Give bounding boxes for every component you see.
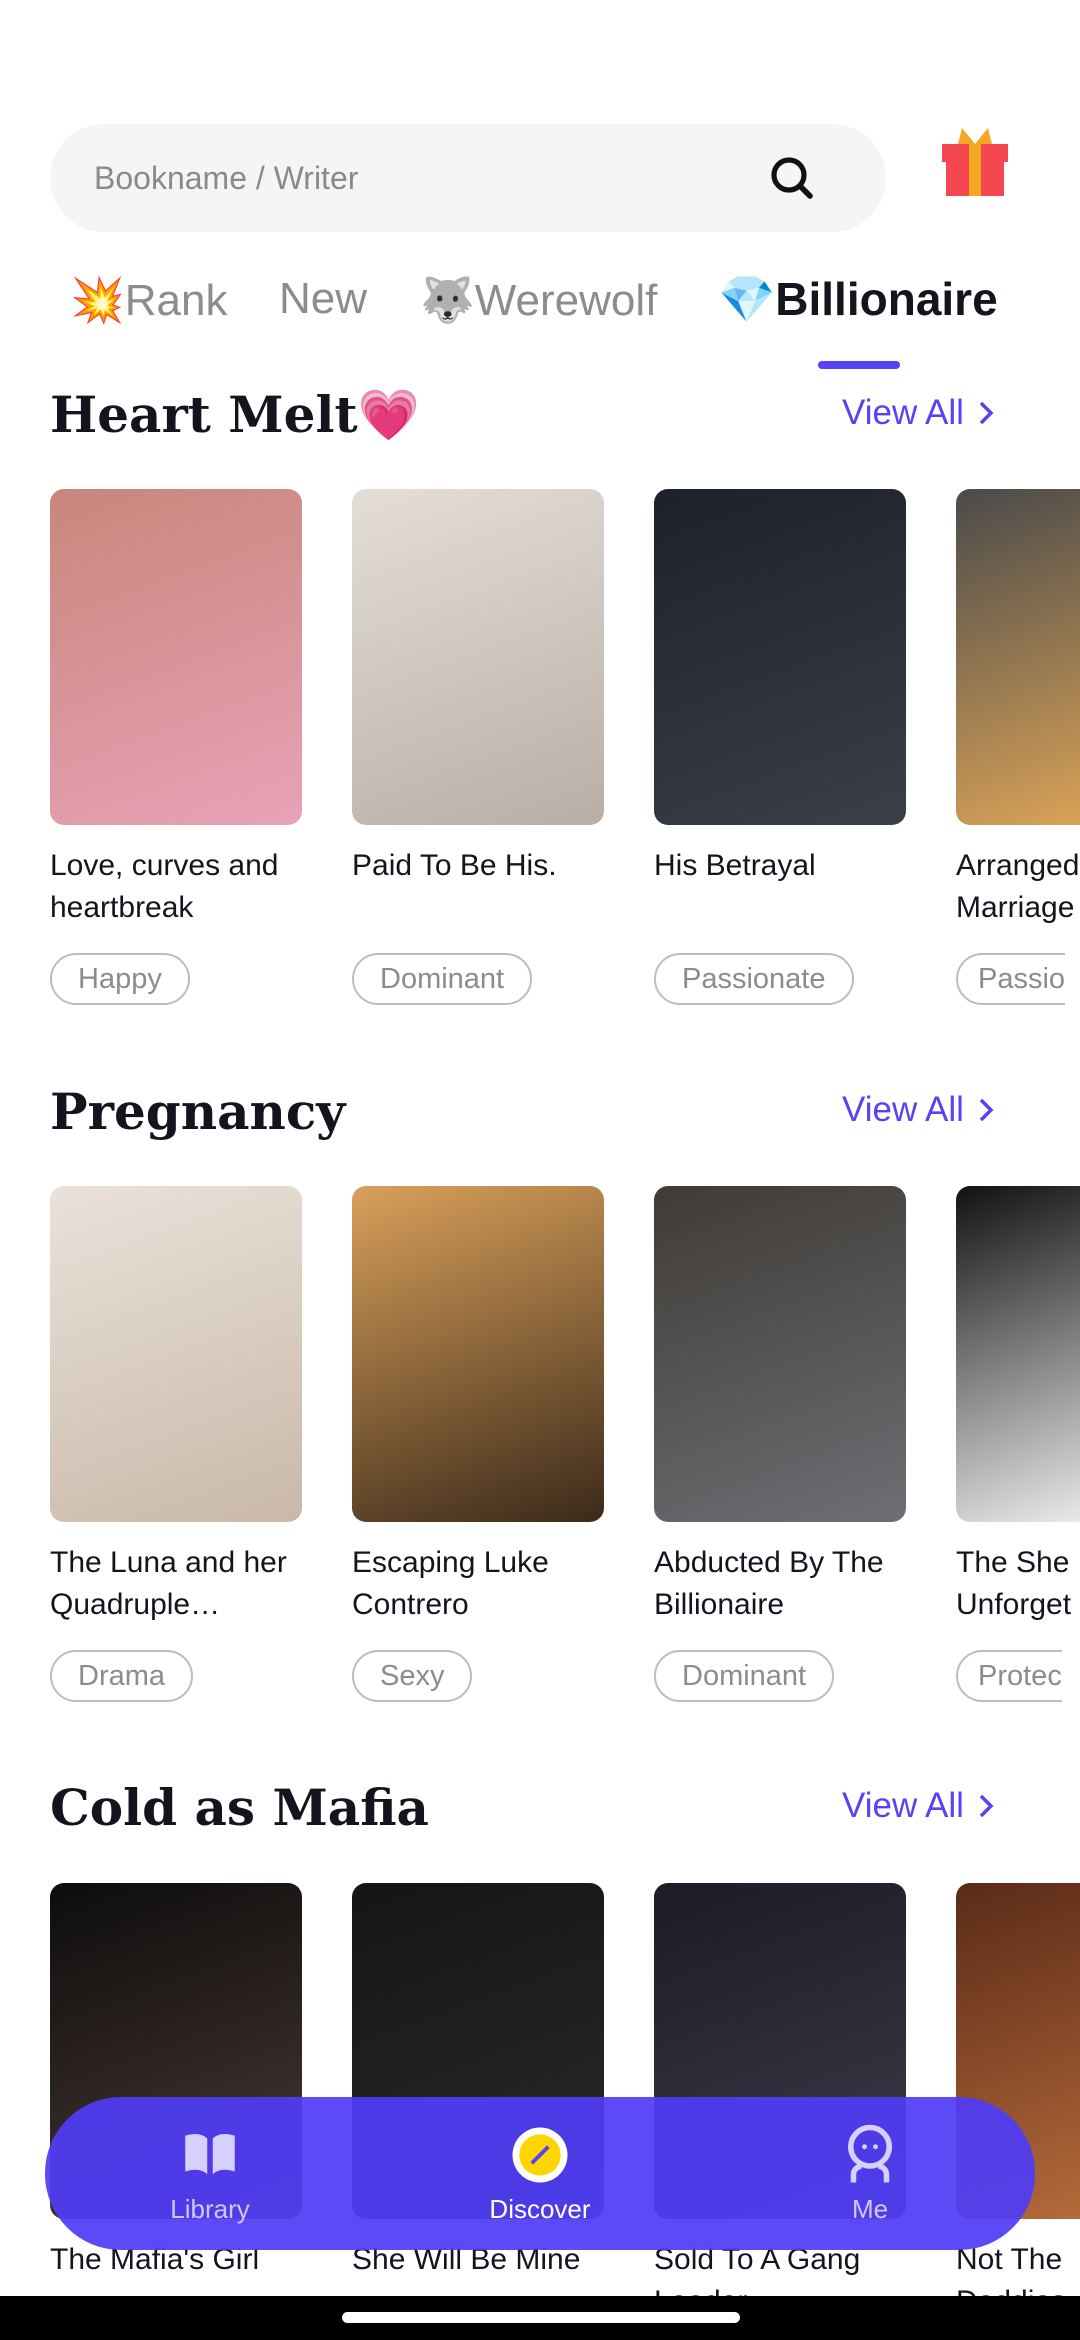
book-card[interactable]: Love, curves and heartbreak Happy (50, 489, 302, 1005)
nav-label: Me (851, 2194, 889, 2224)
book-row: The Luna and her Quadruple… Drama Escaping… (50, 1186, 1080, 1702)
tab-new[interactable]: New (279, 274, 367, 324)
tab-billionaire[interactable]: 💎Billionaire (718, 272, 998, 327)
book-title: The Luna and her Quadruple… (50, 1546, 287, 1621)
view-all-label: View All (842, 393, 964, 432)
section-title: Heart Melt💗 (50, 385, 420, 444)
view-all-button[interactable]: View All (842, 1090, 994, 1130)
book-title: Escaping Luke Contrero (352, 1546, 549, 1621)
section-title: Cold as Mafia (50, 1778, 429, 1837)
nav-me[interactable]: Me (770, 2122, 970, 2225)
book-tag: Passio (956, 953, 1066, 1005)
book-card[interactable]: Paid To Be His. Dominant (352, 489, 604, 1005)
nav-label: Library (170, 2194, 250, 2224)
book-cover[interactable] (50, 489, 302, 825)
book-card[interactable]: His Betrayal Passionate (654, 489, 906, 1005)
view-all-label: View All (842, 1786, 964, 1825)
book-card[interactable]: The She Unforget Protec (956, 1186, 1080, 1702)
book-card[interactable]: Abducted By The Billionaire Dominant (654, 1186, 906, 1702)
search-input[interactable]: Bookname / Writer (94, 160, 358, 197)
tab-rank[interactable]: 💥Rank (70, 274, 228, 326)
book-tag: Dominant (654, 1650, 835, 1702)
book-card[interactable]: Arranged Marriage Passio (956, 489, 1080, 1005)
book-card[interactable]: Escaping Luke Contrero Sexy (352, 1186, 604, 1702)
chevron-right-icon (979, 401, 994, 425)
home-indicator[interactable] (342, 2312, 740, 2323)
nav-library[interactable]: Library (110, 2122, 310, 2225)
view-all-button[interactable]: View All (842, 1786, 994, 1826)
book-tag: Drama (50, 1650, 194, 1702)
book-title: The She Unforget (956, 1546, 1072, 1621)
chevron-right-icon (979, 1794, 994, 1818)
active-tab-indicator (818, 361, 900, 369)
gift-icon[interactable] (940, 126, 1010, 198)
chevron-right-icon (979, 1098, 994, 1122)
book-title: Love, curves and heartbreak (50, 849, 279, 924)
book-title: Paid To Be His. (352, 849, 557, 882)
book-tag: Sexy (352, 1650, 473, 1702)
book-cover[interactable] (956, 1186, 1080, 1522)
book-cover[interactable] (352, 489, 604, 825)
view-all-label: View All (842, 1090, 964, 1129)
nav-label: Discover (489, 2194, 591, 2224)
tab-werewolf[interactable]: 🐺Werewolf (420, 274, 657, 326)
book-card[interactable]: The Luna and her Quadruple… Drama (50, 1186, 302, 1702)
book-icon (185, 2133, 235, 2175)
book-cover[interactable] (50, 1186, 302, 1522)
search-icon[interactable] (768, 154, 816, 202)
book-title: His Betrayal (654, 849, 816, 882)
view-all-button[interactable]: View All (842, 393, 994, 433)
book-tag: Protec (956, 1650, 1062, 1702)
book-cover[interactable] (654, 489, 906, 825)
book-title: Abducted By The Billionaire (654, 1546, 884, 1621)
section-title: Pregnancy (50, 1082, 346, 1141)
book-cover[interactable] (352, 1186, 604, 1522)
search-bar[interactable]: Bookname / Writer (50, 124, 886, 232)
bottom-nav: Library Discover Me (45, 2097, 1035, 2250)
book-tag: Happy (50, 953, 190, 1005)
book-cover[interactable] (956, 489, 1080, 825)
compass-icon (512, 2127, 568, 2183)
book-title: Arranged Marriage (956, 849, 1080, 924)
book-tag: Passionate (654, 953, 854, 1005)
book-row: Love, curves and heartbreak Happy Paid To … (50, 489, 1080, 1005)
book-cover[interactable] (654, 1186, 906, 1522)
book-tag: Dominant (352, 953, 533, 1005)
person-icon (848, 2124, 892, 2183)
nav-discover[interactable]: Discover (440, 2122, 640, 2225)
